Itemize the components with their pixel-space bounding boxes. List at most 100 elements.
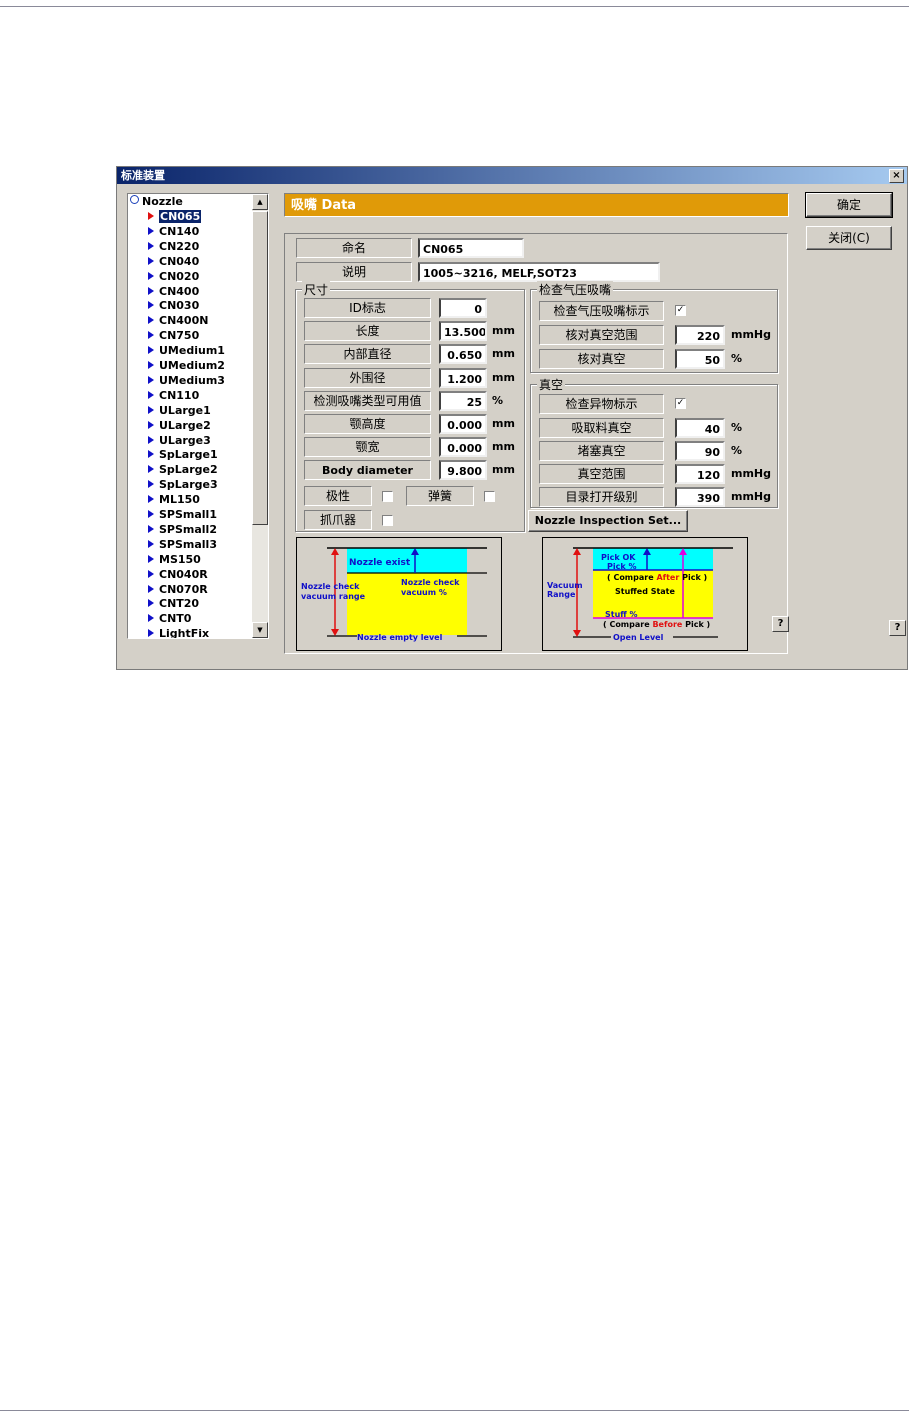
tree-item[interactable]: ULarge3	[148, 433, 211, 448]
tree-item[interactable]: SpLarge1	[148, 447, 218, 462]
tree-item-label: CN400N	[159, 314, 209, 328]
tree-item[interactable]: CN110	[148, 388, 199, 403]
tree-arrow-icon	[148, 271, 154, 280]
vacuum-row-input[interactable]: 40	[675, 418, 725, 438]
scroll-up-icon[interactable]: ▲	[252, 194, 268, 210]
tree-arrow-icon	[148, 569, 154, 578]
tree-item[interactable]: LightFix	[148, 626, 209, 638]
nozzle-inspection-set-button[interactable]: Nozzle Inspection Set...	[528, 510, 688, 532]
size-row-input[interactable]: 25	[439, 390, 487, 411]
size-row-input[interactable]: 0	[439, 298, 487, 318]
tree-item[interactable]: SPSmall3	[148, 537, 217, 552]
tree-list: Nozzle CN065 CN140 CN220 CN040 CN020 CN400 CN0…	[128, 194, 252, 638]
tree-item-label: CN110	[159, 388, 200, 402]
vacuum-range-diagram-svg: Pick OK Pick % ( Compare After Pick ) St…	[547, 547, 733, 642]
nozzle-check-diagram: Nozzle exist Nozzle check vacuum range N…	[296, 537, 502, 651]
tree-item-label: CN030	[159, 299, 200, 313]
size-row-label: 颚高度	[304, 414, 431, 434]
size-row-label: 外围径	[304, 367, 431, 388]
empty-level-text: Nozzle empty level	[357, 633, 443, 642]
scroll-thumb[interactable]	[252, 211, 268, 525]
tree-item[interactable]: UMedium1	[148, 343, 225, 358]
tree-item-label: MS150	[159, 552, 201, 566]
size-row-input[interactable]: 0.000	[439, 437, 487, 458]
size-row-input[interactable]: 0.650	[439, 344, 487, 365]
size-row-input[interactable]: 0.000	[439, 414, 487, 434]
tree-item[interactable]: UMedium3	[148, 373, 225, 388]
tree-arrow-icon	[148, 524, 154, 533]
tree-arrow-icon	[148, 614, 154, 623]
help-button-right[interactable]: ?	[889, 620, 906, 636]
tree-item-label: SPSmall3	[159, 537, 217, 551]
tree-item[interactable]: SpLarge2	[148, 462, 218, 477]
polarity-checkbox[interactable]	[382, 491, 393, 502]
vacuum-row-input[interactable]: 120	[675, 464, 725, 484]
tree-item-label: CN020	[159, 269, 200, 283]
gripper-checkbox[interactable]	[382, 515, 393, 526]
tree-root-nozzle[interactable]: Nozzle	[130, 195, 183, 208]
vacuum-range-diagram: Pick OK Pick % ( Compare After Pick ) St…	[542, 537, 748, 651]
tree-item[interactable]: CNT20	[148, 596, 199, 611]
tree-item[interactable]: CN220	[148, 239, 199, 254]
size-row-unit: mm	[492, 347, 515, 361]
tree-arrow-icon	[148, 554, 154, 563]
tree-arrow-icon	[148, 510, 154, 518]
tree-item-label: SPSmall1	[159, 508, 217, 521]
pressure-row-input[interactable]: 220	[675, 325, 725, 345]
size-row-label: 长度	[304, 321, 431, 342]
tree-arrow-icon	[148, 465, 154, 474]
tree-item[interactable]: CN750	[148, 328, 199, 343]
tree-item[interactable]: MS150	[148, 552, 201, 567]
tree-item[interactable]: ULarge1	[148, 403, 211, 418]
tree-item[interactable]: SpLarge3	[148, 477, 218, 492]
tree-item[interactable]: CNT0	[148, 611, 191, 626]
tree-item[interactable]: CN065	[148, 209, 202, 224]
description-input[interactable]: 1005~3216, MELF,SOT23	[418, 262, 660, 282]
gripper-label: 抓爪器	[304, 510, 372, 530]
compare-before-text: ( Compare Before Pick )	[603, 620, 710, 629]
tree-item-label: LightFix	[159, 627, 210, 638]
pressure-check-checkbox[interactable]: ✓	[675, 305, 686, 316]
tree-item[interactable]: CN020	[148, 269, 199, 284]
check-range-text-2: vacuum range	[301, 592, 366, 601]
tree-arrow-icon	[148, 405, 154, 414]
tree-item[interactable]: CN400N	[148, 313, 208, 328]
size-row-input[interactable]: 13.500	[439, 321, 487, 342]
tree-item[interactable]: ML150	[148, 492, 200, 507]
name-input[interactable]: CN065	[418, 238, 524, 258]
help-button-panel[interactable]: ?	[772, 616, 789, 632]
vacuum-arrow-head-down	[573, 630, 581, 637]
tree-item-label: SPSmall2	[159, 522, 217, 536]
vacuum-row-unit: %	[731, 421, 743, 434]
close-icon[interactable]: ×	[889, 169, 904, 183]
pressure-row-input[interactable]: 50	[675, 349, 725, 369]
check-pct-text-2: vacuum %	[401, 588, 447, 597]
description-label: 说明	[296, 262, 412, 282]
close-button[interactable]: 关闭(C)	[806, 226, 892, 250]
ok-button[interactable]: 确定	[805, 192, 893, 218]
tree-item-label: CN140	[159, 224, 200, 238]
scroll-down-icon[interactable]: ▼	[252, 622, 268, 638]
tree-arrow-icon	[148, 241, 154, 250]
tree-item[interactable]: CN400	[148, 284, 199, 299]
spring-checkbox[interactable]	[484, 491, 495, 502]
tree-item[interactable]: ULarge2	[148, 418, 211, 433]
vacuum-row-input[interactable]: 390	[675, 487, 725, 507]
tree-item[interactable]: CN040	[148, 254, 199, 269]
tree-item[interactable]: SPSmall1	[148, 507, 217, 522]
vacuum-row-input[interactable]: 90	[675, 441, 725, 461]
tree-item[interactable]: CN040R	[148, 567, 208, 582]
size-row-label: ID标志	[304, 298, 431, 318]
tree-arrow-icon	[148, 346, 154, 355]
size-row-unit: mm	[492, 417, 515, 430]
size-row-input[interactable]: 1.200	[439, 367, 487, 388]
tree-item[interactable]: UMedium2	[148, 358, 225, 373]
tree-item[interactable]: CN030	[148, 298, 199, 313]
tree-item[interactable]: CN070R	[148, 582, 208, 597]
tree-scrollbar[interactable]: ▲ ▼	[252, 194, 268, 638]
tree-item[interactable]: CN140	[148, 224, 199, 239]
nozzle-tree[interactable]: Nozzle CN065 CN140 CN220 CN040 CN020 CN400 CN0…	[127, 193, 269, 639]
size-row-input[interactable]: 9.800	[439, 460, 487, 481]
tree-item[interactable]: SPSmall2	[148, 522, 217, 537]
foreign-object-checkbox[interactable]: ✓	[675, 398, 686, 409]
